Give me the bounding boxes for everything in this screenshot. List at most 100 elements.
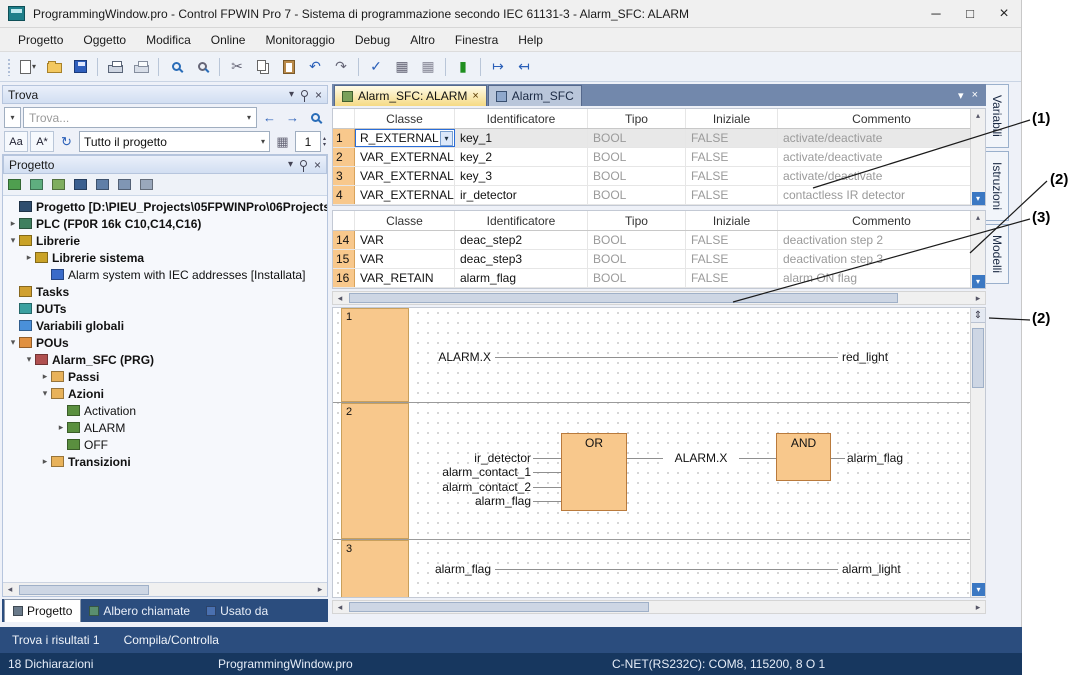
- tipo-cell[interactable]: BOOL: [588, 250, 686, 268]
- operand-label[interactable]: alarm_contact_2: [391, 481, 531, 493]
- menu-progetto[interactable]: Progetto: [8, 30, 73, 50]
- scroll-right-button[interactable]: ▸: [971, 600, 985, 614]
- tree-horizontal-scrollbar[interactable]: ◂ ▸: [3, 582, 327, 596]
- maximize-button[interactable]: □: [953, 1, 987, 27]
- new-task-button[interactable]: [50, 175, 70, 194]
- menu-online[interactable]: Online: [201, 30, 256, 50]
- spin-down-icon[interactable]: ▾: [323, 142, 326, 148]
- scroll-thumb[interactable]: [19, 585, 149, 595]
- tree-item-alarm-action[interactable]: ▸ALARM: [3, 419, 327, 436]
- tab-trova-risultati[interactable]: Trova i risultati 1: [0, 629, 112, 651]
- search-mode-dropdown[interactable]: ▾: [4, 107, 21, 128]
- commento-cell[interactable]: contactless IR detector: [778, 186, 985, 204]
- tipo-cell[interactable]: BOOL: [588, 167, 686, 185]
- menu-oggetto[interactable]: Oggetto: [73, 30, 136, 50]
- commento-cell[interactable]: activate/deactivate: [778, 129, 985, 147]
- var-row-16[interactable]: 16 VAR_RETAIN alarm_flag BOOL FALSE alar…: [333, 269, 985, 288]
- classe-cell[interactable]: VAR_RETAIN: [355, 269, 455, 287]
- scroll-down-button[interactable]: ▾: [972, 192, 985, 205]
- tab-progetto[interactable]: Progetto: [4, 599, 81, 622]
- scroll-up-button[interactable]: ▴: [972, 211, 985, 224]
- classe-cell[interactable]: VAR: [355, 231, 455, 249]
- header-tipo[interactable]: Tipo: [588, 109, 686, 128]
- network-2[interactable]: 2 ir_detector alarm_contact_1 alarm_cont…: [333, 403, 970, 540]
- row-number[interactable]: 15: [333, 250, 355, 268]
- save-button[interactable]: [68, 55, 92, 79]
- iniziale-cell[interactable]: FALSE: [686, 186, 778, 204]
- find-next-button[interactable]: →: [282, 107, 303, 128]
- menu-debug[interactable]: Debug: [345, 30, 400, 50]
- network-1[interactable]: 1 ALARM.X red_light: [333, 308, 970, 403]
- scroll-right-button[interactable]: ▸: [971, 291, 985, 305]
- operand-label[interactable]: ir_detector: [391, 452, 531, 464]
- find-button[interactable]: [164, 55, 188, 79]
- close-tab-icon[interactable]: ×: [472, 90, 478, 102]
- header-classe[interactable]: Classe: [355, 211, 455, 230]
- cut-button[interactable]: ✂: [225, 55, 249, 79]
- tree-item-transizioni[interactable]: ▸Transizioni: [3, 453, 327, 470]
- close-button[interactable]: ×: [987, 1, 1021, 27]
- operand-label[interactable]: alarm_flag: [423, 563, 491, 575]
- var-row-15[interactable]: 15 VAR deac_step3 BOOL FALSE deactivatio…: [333, 250, 985, 269]
- sort-button[interactable]: [94, 175, 114, 194]
- tab-istruzioni[interactable]: Istruzioni: [986, 151, 1009, 221]
- expand-arrow-icon[interactable]: ▾: [23, 354, 35, 365]
- tree-item-alarm-system-library[interactable]: Alarm system with IEC addresses [Install…: [3, 266, 327, 283]
- expand-arrow-icon[interactable]: ▾: [39, 388, 51, 399]
- tipo-cell[interactable]: BOOL: [588, 186, 686, 204]
- redo-button[interactable]: ↷: [329, 55, 353, 79]
- tree-item-off-action[interactable]: OFF: [3, 436, 327, 453]
- tree-item-variabili-globali[interactable]: Variabili globali: [3, 317, 327, 334]
- identificatore-cell[interactable]: alarm_flag: [455, 269, 588, 287]
- search-options-button[interactable]: ↻: [56, 131, 77, 152]
- iniziale-cell[interactable]: FALSE: [686, 129, 778, 147]
- close-icon[interactable]: ×: [972, 89, 978, 102]
- commento-cell[interactable]: activate/deactivate: [778, 148, 985, 166]
- compile-button[interactable]: ▦: [390, 55, 414, 79]
- scroll-right-button[interactable]: ▸: [313, 583, 327, 597]
- expand-arrow-icon[interactable]: ▾: [7, 235, 19, 246]
- var-row-4[interactable]: 4 VAR_EXTERNAL ir_detector BOOL FALSE co…: [333, 186, 985, 205]
- close-icon[interactable]: ×: [314, 158, 321, 172]
- identificatore-cell[interactable]: key_3: [455, 167, 588, 185]
- operand-label[interactable]: ALARM.X: [663, 452, 739, 464]
- tab-variabili[interactable]: Variabili: [986, 84, 1009, 148]
- scroll-left-button[interactable]: ◂: [3, 583, 17, 597]
- print-preview-button[interactable]: [129, 55, 153, 79]
- collapse-arrow-icon[interactable]: ▸: [39, 456, 51, 467]
- var-row-14[interactable]: 14 VAR deac_step2 BOOL FALSE deactivatio…: [333, 231, 985, 250]
- menu-help[interactable]: Help: [508, 30, 553, 50]
- step-in-button[interactable]: ↦: [486, 55, 510, 79]
- pin-icon[interactable]: [300, 160, 307, 167]
- new-pou-button[interactable]: [6, 175, 26, 194]
- row-number[interactable]: 1: [333, 129, 355, 147]
- collapse-arrow-icon[interactable]: ▸: [55, 422, 67, 433]
- undo-button[interactable]: ↶: [303, 55, 327, 79]
- tree-item-librerie[interactable]: ▾Librerie: [3, 232, 327, 249]
- fbd-horizontal-scrollbar[interactable]: ◂ ▸: [332, 600, 986, 614]
- row-number[interactable]: 4: [333, 186, 355, 204]
- tipo-cell[interactable]: BOOL: [588, 148, 686, 166]
- menu-monitoraggio[interactable]: Monitoraggio: [255, 30, 344, 50]
- tab-alarm-sfc-alarm[interactable]: Alarm_SFC: ALARM ×: [334, 85, 487, 106]
- online-mode-button[interactable]: ▮: [451, 55, 475, 79]
- properties-button[interactable]: [72, 175, 92, 194]
- fbd-editor[interactable]: 1 ALARM.X red_light 2 ir_detector alarm_…: [332, 307, 986, 598]
- network-3[interactable]: 3 alarm_flag alarm_light: [333, 540, 970, 597]
- compile-all-button[interactable]: ▦: [416, 55, 440, 79]
- scroll-left-button[interactable]: ◂: [333, 291, 347, 305]
- copy-button[interactable]: [251, 55, 275, 79]
- scroll-up-button[interactable]: ▴: [972, 109, 985, 122]
- tree-item-duts[interactable]: DUTs: [3, 300, 327, 317]
- minimize-button[interactable]: ─: [919, 1, 953, 27]
- scroll-left-button[interactable]: ◂: [333, 600, 347, 614]
- operand-label[interactable]: alarm_flag: [847, 452, 903, 464]
- classe-cell[interactable]: VAR_EXTERNAL: [355, 167, 455, 185]
- identificatore-cell[interactable]: key_1: [455, 129, 588, 147]
- toolbar-drag-handle[interactable]: [7, 58, 12, 76]
- commento-cell[interactable]: alarm ON flag: [778, 269, 985, 287]
- classe-cell[interactable]: VAR_EXTERNAL: [355, 148, 455, 166]
- menu-modifica[interactable]: Modifica: [136, 30, 201, 50]
- search-scope-dropdown[interactable]: Tutto il progetto ▾: [79, 131, 270, 152]
- scroll-down-button[interactable]: ▾: [972, 275, 985, 288]
